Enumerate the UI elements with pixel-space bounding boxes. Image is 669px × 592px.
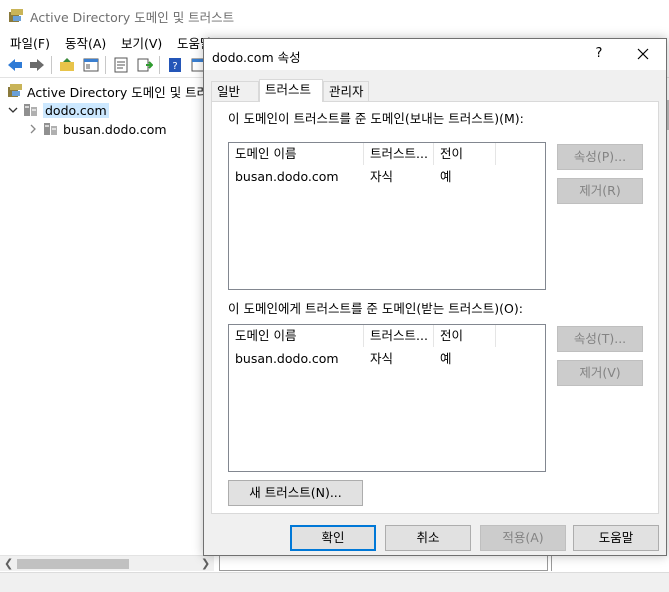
action-pane-edge bbox=[551, 555, 669, 571]
domain-icon bbox=[23, 101, 39, 120]
row-transitive: 예 bbox=[440, 169, 452, 184]
properties-dialog: dodo.com 속성 ? 일반 트러스트 관리자 이 도메인이 트러스트를 준… bbox=[203, 38, 667, 556]
column-transitive[interactable]: 전이 bbox=[434, 325, 496, 347]
scroll-left-icon[interactable]: ❮ bbox=[4, 557, 13, 570]
incoming-trusts-label: 이 도메인에게 트러스트를 준 도메인(받는 트러스트)(O): bbox=[228, 301, 523, 316]
row-domain: busan.dodo.com bbox=[235, 351, 339, 366]
toolbar-separator bbox=[105, 56, 106, 74]
menu-file[interactable]: 파일(F) bbox=[10, 33, 50, 52]
help-book-icon[interactable]: ? bbox=[165, 55, 185, 75]
tree-horizontal-scrollbar[interactable]: ❮ ❯ bbox=[0, 555, 214, 571]
menu-view[interactable]: 보기(V) bbox=[121, 33, 162, 52]
tab-general[interactable]: 일반 bbox=[211, 81, 259, 101]
scrollbar-thumb[interactable] bbox=[17, 559, 129, 569]
trusts-tab-panel: 이 도메인이 트러스트를 준 도메인(보내는 트러스트)(M): 도메인 이름 … bbox=[211, 101, 659, 514]
up-folder-icon[interactable] bbox=[57, 55, 77, 75]
ad-domains-trusts-icon bbox=[8, 7, 24, 23]
column-trust-type[interactable]: 트러스트... bbox=[364, 143, 434, 165]
column-trust-type[interactable]: 트러스트... bbox=[364, 325, 434, 347]
tab-managed-by[interactable]: 관리자 bbox=[323, 81, 369, 101]
chevron-down-icon[interactable] bbox=[7, 104, 19, 116]
column-domain-name[interactable]: 도메인 이름 bbox=[229, 143, 364, 165]
dialog-title-bar: dodo.com 속성 ? bbox=[204, 39, 666, 70]
incoming-remove-button[interactable]: 제거(V) bbox=[557, 360, 643, 386]
forward-arrow-icon[interactable] bbox=[27, 55, 47, 75]
tab-trusts[interactable]: 트러스트 bbox=[259, 79, 323, 102]
back-arrow-icon[interactable] bbox=[5, 55, 25, 75]
main-window-title: Active Directory 도메인 및 트러스트 bbox=[30, 10, 235, 25]
tree-item-domain[interactable]: dodo.com bbox=[7, 101, 109, 119]
outgoing-remove-button[interactable]: 제거(R) bbox=[557, 178, 643, 204]
tree-item-root[interactable]: Active Directory 도메인 및 트러스트 bbox=[7, 82, 231, 100]
tree-item-root-label: Active Directory 도메인 및 트러스트 bbox=[27, 84, 232, 100]
tree-item-child-domain[interactable]: busan.dodo.com bbox=[27, 120, 167, 138]
results-pane-edge bbox=[219, 555, 548, 571]
list-header: 도메인 이름 트러스트... 전이 bbox=[229, 143, 545, 165]
list-header: 도메인 이름 트러스트... 전이 bbox=[229, 325, 545, 347]
svg-text:?: ? bbox=[172, 61, 177, 72]
scroll-right-icon[interactable]: ❯ bbox=[201, 557, 210, 570]
row-trust-type: 자식 bbox=[370, 351, 394, 366]
ad-domains-trusts-icon bbox=[7, 82, 23, 101]
tree-item-child-label: busan.dodo.com bbox=[63, 121, 167, 137]
cancel-button[interactable]: 취소 bbox=[385, 525, 471, 551]
show-hide-tree-icon[interactable] bbox=[81, 55, 101, 75]
outgoing-trusts-label: 이 도메인이 트러스트를 준 도메인(보내는 트러스트)(M): bbox=[228, 111, 524, 126]
ok-button[interactable]: 확인 bbox=[290, 525, 376, 551]
domain-icon bbox=[43, 120, 59, 139]
outgoing-properties-button[interactable]: 속성(P)... bbox=[557, 144, 643, 170]
main-title-bar: Active Directory 도메인 및 트러스트 bbox=[0, 0, 669, 30]
new-trust-button[interactable]: 새 트러스트(N)... bbox=[228, 480, 363, 506]
row-transitive: 예 bbox=[440, 351, 452, 366]
column-domain-name[interactable]: 도메인 이름 bbox=[229, 325, 364, 347]
properties-sheet-icon[interactable] bbox=[111, 55, 131, 75]
dialog-title: dodo.com 속성 bbox=[212, 50, 301, 65]
close-icon[interactable] bbox=[629, 44, 657, 64]
chevron-right-icon[interactable] bbox=[27, 123, 39, 135]
column-transitive[interactable]: 전이 bbox=[434, 143, 496, 165]
incoming-trusts-list[interactable]: 도메인 이름 트러스트... 전이 busan.dodo.com 자식 예 bbox=[228, 324, 546, 472]
status-bar bbox=[0, 572, 669, 592]
tree-item-domain-label: dodo.com bbox=[43, 102, 109, 118]
help-button[interactable]: ? bbox=[589, 44, 609, 64]
export-list-icon[interactable] bbox=[135, 55, 155, 75]
console-tree: Active Directory 도메인 및 트러스트 dodo.com bus… bbox=[0, 79, 231, 555]
toolbar-separator bbox=[51, 56, 52, 74]
incoming-properties-button[interactable]: 속성(T)... bbox=[557, 326, 643, 352]
row-domain: busan.dodo.com bbox=[235, 169, 339, 184]
apply-button[interactable]: 적용(A) bbox=[480, 525, 566, 551]
row-trust-type: 자식 bbox=[370, 169, 394, 184]
menu-action[interactable]: 동작(A) bbox=[65, 33, 106, 52]
outgoing-trusts-list[interactable]: 도메인 이름 트러스트... 전이 busan.dodo.com 자식 예 bbox=[228, 142, 546, 290]
dialog-help-button[interactable]: 도움말 bbox=[573, 525, 659, 551]
toolbar-separator bbox=[159, 56, 160, 74]
